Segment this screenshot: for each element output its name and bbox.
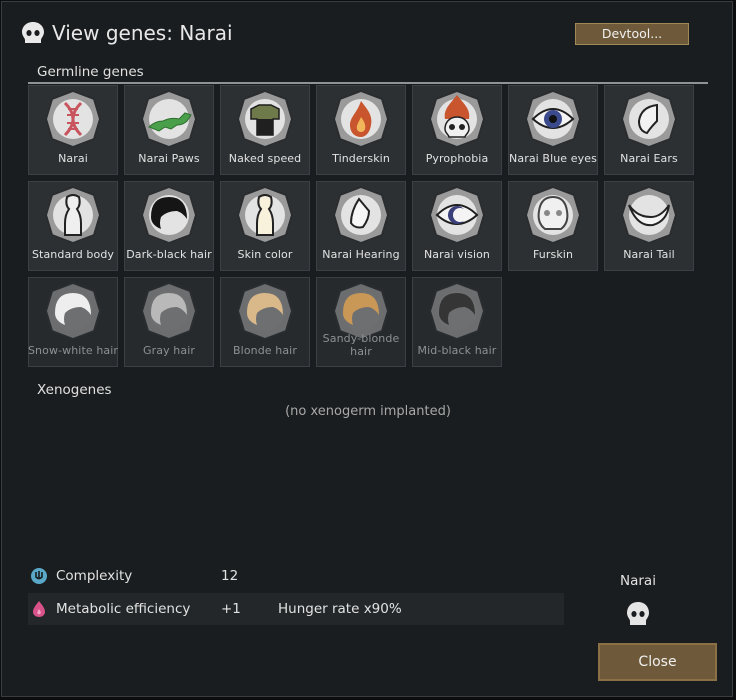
germline-genes-label: Germline genes xyxy=(37,64,144,80)
hair-icon xyxy=(236,281,294,341)
gene-narai-tail[interactable]: Narai Tail xyxy=(604,181,694,271)
gene-standard-body[interactable]: Standard body xyxy=(28,181,118,271)
gene-narai-vision[interactable]: Narai vision xyxy=(412,181,502,271)
gene-pyrophobia[interactable]: Pyrophobia xyxy=(412,85,502,175)
stat-name: Complexity xyxy=(56,568,133,584)
skull-flame-icon xyxy=(428,89,486,149)
gene-narai-paws[interactable]: Narai Paws xyxy=(124,85,214,175)
gene-label: Dark-black hair xyxy=(126,248,212,261)
gene-snow-white-hair[interactable]: Snow-white hair xyxy=(28,277,118,367)
gene-label: Sandy-blonde hair xyxy=(322,332,400,358)
gene-tinderskin[interactable]: Tinderskin xyxy=(316,85,406,175)
gene-sandy-blonde-hair[interactable]: Sandy-blonde hair xyxy=(316,277,406,367)
skin-icon xyxy=(236,185,294,245)
section-divider xyxy=(28,82,708,84)
gene-label: Blonde hair xyxy=(233,344,297,357)
gene-label: Narai Blue eyes xyxy=(509,152,597,165)
ear-icon xyxy=(332,185,390,245)
gene-label: Narai xyxy=(58,152,88,165)
gene-narai-ears[interactable]: Narai Ears xyxy=(604,85,694,175)
stat-name: Metabolic efficiency xyxy=(56,601,191,617)
gene-label: Naked speed xyxy=(228,152,302,165)
ear-icon xyxy=(620,89,678,149)
close-button[interactable]: Close xyxy=(598,643,717,681)
title-bar: View genes: Narai xyxy=(20,16,233,50)
devtool-button[interactable]: Devtool... xyxy=(575,23,689,45)
stat-row-metabolic-efficiency[interactable]: Metabolic efficiency +1 Hunger rate x90% xyxy=(28,593,564,625)
metabolism-icon xyxy=(33,601,45,617)
xenogenes-empty-text: (no xenogerm implanted) xyxy=(285,404,451,419)
gene-mid-black-hair[interactable]: Mid-black hair xyxy=(412,277,502,367)
gene-naked-speed[interactable]: Naked speed xyxy=(220,85,310,175)
gene-gray-hair[interactable]: Gray hair xyxy=(124,277,214,367)
gene-skin-color[interactable]: Skin color xyxy=(220,181,310,271)
stat-value: 12 xyxy=(221,568,239,584)
hair-icon xyxy=(140,185,198,245)
gene-label: Mid-black hair xyxy=(417,344,497,357)
pawn-name: Narai xyxy=(620,573,656,589)
gene-narai-hearing[interactable]: Narai Hearing xyxy=(316,181,406,271)
blue-eye-icon xyxy=(524,89,582,149)
hair-icon xyxy=(140,281,198,341)
armor-icon xyxy=(236,89,294,149)
gene-label: Narai vision xyxy=(423,248,491,261)
gene-label: Tinderskin xyxy=(332,152,390,165)
gene-narai-blue-eyes[interactable]: Narai Blue eyes xyxy=(508,85,598,175)
gene-blonde-hair[interactable]: Blonde hair xyxy=(220,277,310,367)
complexity-icon xyxy=(31,568,47,584)
pawn-head-icon[interactable] xyxy=(624,600,652,628)
gene-label: Narai Ears xyxy=(620,152,678,165)
eye-icon xyxy=(428,185,486,245)
stat-value: +1 xyxy=(221,601,241,617)
dna-icon xyxy=(44,89,102,149)
gene-label: Narai Tail xyxy=(623,248,675,261)
stat-extra: Hunger rate x90% xyxy=(278,601,402,617)
gene-label: Gray hair xyxy=(143,344,195,357)
gene-label: Narai Hearing xyxy=(322,248,400,261)
germline-gene-grid: Narai Narai Paws Naked speed Tinderskin xyxy=(28,85,700,373)
gene-label: Pyrophobia xyxy=(425,152,489,165)
gene-label: Narai Paws xyxy=(138,152,200,165)
tail-icon xyxy=(620,185,678,245)
xenogenes-label: Xenogenes xyxy=(37,382,112,398)
gene-label: Skin color xyxy=(237,248,293,261)
xenotype-icon xyxy=(22,22,44,43)
gene-label: Standard body xyxy=(31,248,115,261)
gene-narai[interactable]: Narai xyxy=(28,85,118,175)
body-icon xyxy=(44,185,102,245)
gene-furskin[interactable]: Furskin xyxy=(508,181,598,271)
gene-label: Snow-white hair xyxy=(27,344,119,357)
hair-icon xyxy=(428,281,486,341)
fur-face-icon xyxy=(524,185,582,245)
gene-dark-black-hair[interactable]: Dark-black hair xyxy=(124,181,214,271)
window-title: View genes: Narai xyxy=(52,21,233,45)
hair-icon xyxy=(44,281,102,341)
gene-label: Furskin xyxy=(532,248,574,261)
stat-row-complexity[interactable]: Complexity 12 xyxy=(28,560,564,592)
running-animal-icon xyxy=(140,89,198,149)
flame-icon xyxy=(332,89,390,149)
